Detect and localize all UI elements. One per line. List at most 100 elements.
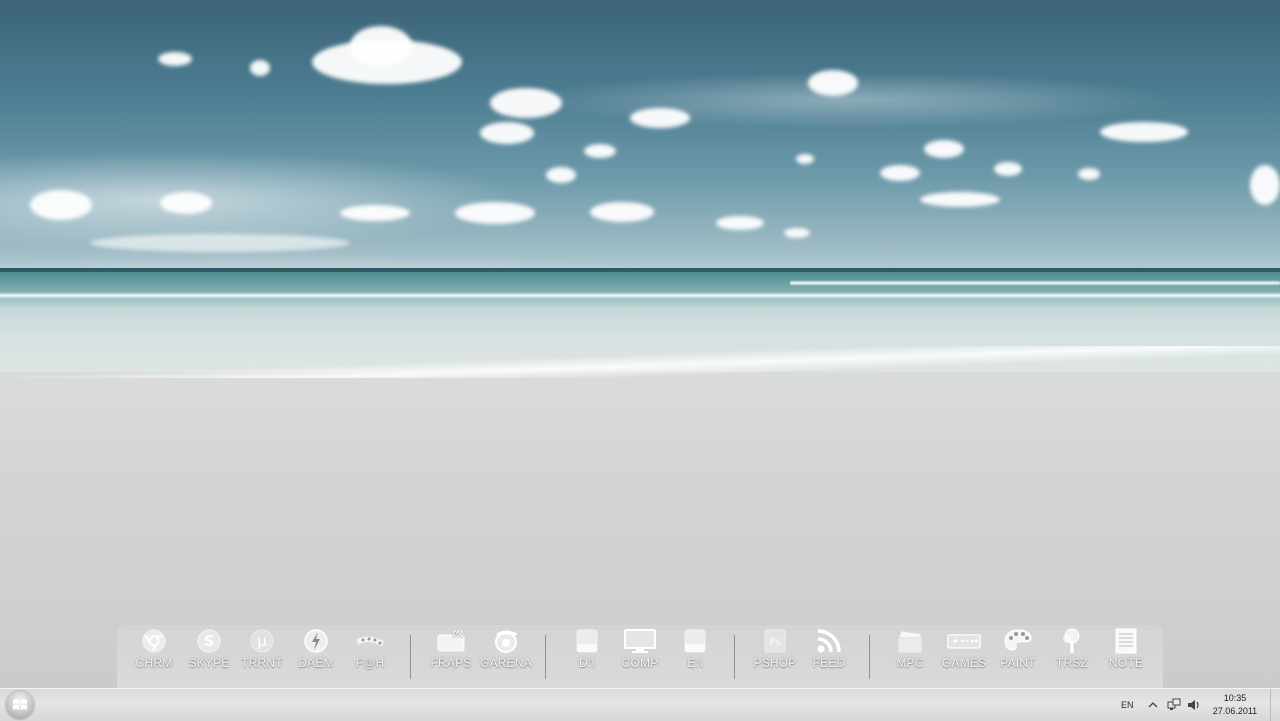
- cloud: [90, 234, 350, 252]
- dock-item-garena[interactable]: GARENA: [480, 625, 532, 675]
- dock-label: D:\: [579, 656, 595, 670]
- cloud: [784, 228, 810, 238]
- notepad-icon: [1109, 627, 1143, 655]
- dock-label: GAMES: [941, 656, 987, 670]
- dock-label: PAINT: [1000, 656, 1036, 670]
- cloud: [590, 202, 654, 222]
- dock-label: SKYPE: [188, 656, 230, 670]
- rocketdock: CHRM S SKYPE µ TRRNT DAEM F@H 60 FRAPS G…: [117, 625, 1163, 688]
- dock-item-utorrent[interactable]: µ TRRNT: [236, 625, 288, 675]
- dock-separator: [869, 635, 870, 679]
- cloud: [584, 144, 616, 158]
- desktop-wallpaper: [0, 0, 1280, 720]
- folding-at-home-icon: [353, 627, 387, 655]
- dock-label: E:\: [687, 656, 703, 670]
- svg-text:µ: µ: [257, 632, 267, 650]
- fraps-icon: 60: [434, 627, 468, 655]
- dock-label: GARENA: [480, 656, 532, 670]
- dock-separator: [545, 635, 546, 679]
- chrome-icon: [137, 627, 171, 655]
- cloud: [160, 192, 212, 214]
- skype-icon: S: [192, 627, 226, 655]
- dock-item-drive-d[interactable]: D:\: [561, 625, 613, 675]
- dock-item-chrome[interactable]: CHRM: [128, 625, 180, 675]
- cloud: [480, 122, 534, 144]
- wave-line: [790, 280, 1280, 286]
- drive-d-icon: [570, 627, 604, 655]
- cloud: [796, 154, 814, 164]
- dock-item-mpc[interactable]: MPC: [884, 625, 936, 675]
- paint-palette-icon: [1001, 627, 1035, 655]
- svg-text:S: S: [204, 632, 215, 650]
- dock-label: NOTE: [1108, 656, 1144, 670]
- dock-label: TRRNT: [241, 656, 283, 670]
- garena-icon: [489, 627, 523, 655]
- dock-item-paint[interactable]: PAINT: [992, 625, 1044, 675]
- cloud: [880, 165, 920, 181]
- dock-item-treesize[interactable]: TRSZ: [1046, 625, 1098, 675]
- dock-item-daemon-tools[interactable]: DAEM: [290, 625, 342, 675]
- svg-text:Ps: Ps: [769, 637, 780, 648]
- show-desktop-button[interactable]: [1270, 689, 1280, 721]
- dock-item-fraps[interactable]: 60 FRAPS: [425, 625, 477, 675]
- utorrent-icon: µ: [245, 627, 279, 655]
- dock-label: TRSZ: [1055, 656, 1089, 670]
- tree-icon: [1055, 627, 1089, 655]
- taskbar: EN 10:35 27.06.2011: [0, 688, 1280, 721]
- volume-icon[interactable]: [1187, 689, 1201, 721]
- cloud: [30, 190, 92, 220]
- cloud: [1100, 122, 1188, 142]
- cloud: [350, 26, 412, 66]
- dock-separator: [410, 635, 411, 679]
- cloud: [490, 88, 562, 118]
- dock-item-skype[interactable]: S SKYPE: [183, 625, 235, 675]
- cloud: [455, 202, 535, 224]
- cloud: [920, 192, 1000, 207]
- dock-label: PSHOP: [753, 656, 797, 670]
- photoshop-icon: Ps: [758, 627, 792, 655]
- show-hidden-icons-chevron-icon[interactable]: [1148, 689, 1158, 721]
- cloud: [924, 140, 964, 158]
- dock-label: FEED: [812, 656, 846, 670]
- computer-monitor-icon: [623, 627, 657, 655]
- windows-logo-icon: [6, 691, 34, 719]
- media-player-clapper-icon: [893, 627, 927, 655]
- dock-item-games[interactable]: GAMES: [938, 625, 990, 675]
- dock-item-folding-at-home[interactable]: F@H: [344, 625, 396, 675]
- start-button[interactable]: [3, 690, 37, 720]
- cloud: [250, 60, 270, 76]
- daemon-tools-icon: [299, 627, 333, 655]
- drive-e-icon: [678, 627, 712, 655]
- dock-label: MPC: [896, 656, 924, 670]
- gamepad-icon: [947, 627, 981, 655]
- cloud: [546, 167, 576, 183]
- cloud: [158, 52, 192, 66]
- cloud: [716, 216, 764, 230]
- rss-feed-icon: [812, 627, 846, 655]
- dock-item-notepad[interactable]: NOTE: [1100, 625, 1152, 675]
- cloud: [994, 162, 1022, 176]
- cloud: [630, 108, 690, 128]
- network-icon[interactable]: [1167, 689, 1181, 721]
- language-indicator[interactable]: EN: [1121, 689, 1134, 721]
- cloud: [1250, 165, 1280, 205]
- dock-label: COMP: [621, 656, 659, 670]
- shoreline: [0, 346, 1280, 378]
- dock-item-drive-e[interactable]: E:\: [669, 625, 721, 675]
- language-label: EN: [1121, 700, 1134, 710]
- dock-item-photoshop[interactable]: Ps PSHOP: [749, 625, 801, 675]
- cloud: [808, 70, 858, 96]
- dock-label: CHRM: [135, 656, 173, 670]
- cloud: [340, 205, 410, 221]
- dock-separator: [734, 635, 735, 679]
- dock-item-computer[interactable]: COMP: [614, 625, 666, 675]
- svg-text:60: 60: [454, 631, 462, 638]
- cloud: [1078, 168, 1100, 180]
- clock[interactable]: 10:35 27.06.2011: [1208, 692, 1262, 718]
- dock-item-feed[interactable]: FEED: [803, 625, 855, 675]
- dock-label: DAEM: [298, 656, 334, 670]
- dock-label: FRAPS: [430, 656, 472, 670]
- clock-date: 27.06.2011: [1212, 706, 1258, 716]
- clock-time: 10:35: [1223, 693, 1247, 703]
- wave-line: [0, 292, 1280, 299]
